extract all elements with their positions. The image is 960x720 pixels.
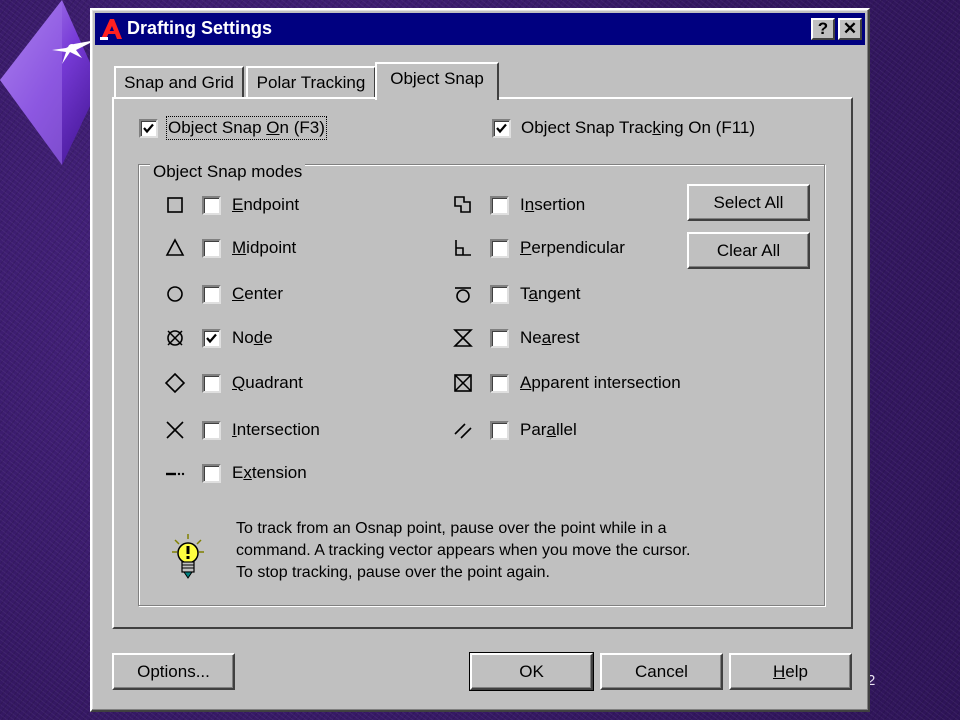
drafting-settings-dialog: Drafting Settings ? ✕ Snap and Grid Pola… [90,8,870,712]
checkmark-icon [143,123,154,134]
autocad-app-icon [98,17,124,41]
parallel-label[interactable]: Parallel [520,420,577,440]
checkmark-icon [496,123,507,134]
help-label-h: H [773,661,786,681]
tip-line-2: command. A tracking vector appears when … [236,542,691,559]
title-bar[interactable]: Drafting Settings ? ✕ [95,13,865,45]
tangent-label[interactable]: Tangent [520,284,581,304]
node-checkbox[interactable] [202,329,221,348]
apparent-intersection-checkbox[interactable] [490,374,509,393]
tip-line-3: To stop tracking, pause over the point a… [236,564,550,581]
decorative-diamond-star [0,0,100,165]
center-label[interactable]: Center [232,284,283,304]
intersection-label[interactable]: Intersection [232,420,320,440]
object-snap-on-label[interactable]: Object Snap On (F3) [166,116,327,140]
endpoint-marker-icon [164,194,186,216]
ok-button[interactable]: OK [469,652,594,691]
nearest-checkbox[interactable] [490,329,509,348]
midpoint-marker-icon [164,237,186,259]
nearest-marker-icon [452,327,474,349]
object-snap-tracking-on-label[interactable]: Object Snap Tracking On (F11) [521,118,755,138]
options-button[interactable]: Options... [112,653,235,690]
intersection-marker-icon [164,419,186,441]
perpendicular-marker-icon [452,237,474,259]
extension-checkbox[interactable] [202,464,221,483]
parallel-marker-icon [452,419,474,441]
tab-snap-and-grid[interactable]: Snap and Grid [114,66,244,99]
help-button[interactable]: Help [729,653,852,690]
node-marker-icon [164,327,186,349]
center-checkbox[interactable] [202,285,221,304]
apparent-intersection-marker-icon [452,372,474,394]
tab-polar-tracking[interactable]: Polar Tracking [246,66,376,99]
insertion-checkbox[interactable] [490,196,509,215]
extension-marker-icon [164,462,186,484]
insertion-marker-icon [452,194,474,216]
tab-object-snap[interactable]: Object Snap [375,62,499,100]
node-label[interactable]: Node [232,328,273,348]
quadrant-label[interactable]: Quadrant [232,373,303,393]
apparent-intersection-label[interactable]: Apparent intersection [520,373,681,393]
help-question-button[interactable]: ? [811,18,835,40]
intersection-checkbox[interactable] [202,421,221,440]
select-all-button[interactable]: Select All [687,184,810,221]
insertion-label[interactable]: Insertion [520,195,585,215]
endpoint-label[interactable]: Endpoint [232,195,299,215]
cancel-button[interactable]: Cancel [600,653,723,690]
clear-all-button[interactable]: Clear All [687,232,810,269]
tip-line-1: To track from an Osnap point, pause over… [236,520,667,537]
midpoint-checkbox[interactable] [202,239,221,258]
object-snap-modes-legend: Object Snap modes [150,162,306,182]
nearest-label[interactable]: Nearest [520,328,580,348]
perpendicular-label[interactable]: Perpendicular [520,238,625,258]
quadrant-checkbox[interactable] [202,374,221,393]
quadrant-marker-icon [164,372,186,394]
midpoint-label[interactable]: Midpoint [232,238,296,258]
tangent-checkbox[interactable] [490,285,509,304]
checkmark-icon [206,333,217,344]
close-button[interactable]: ✕ [838,18,862,40]
dialog-title: Drafting Settings [127,18,273,38]
lightbulb-icon [172,534,204,579]
endpoint-checkbox[interactable] [202,196,221,215]
object-snap-tracking-on-checkbox[interactable] [492,119,511,138]
help-label-rest: elp [785,661,808,681]
extension-label[interactable]: Extension [232,463,307,483]
tangent-marker-icon [452,283,474,305]
center-marker-icon [164,283,186,305]
object-snap-on-checkbox[interactable] [139,119,158,138]
perpendicular-checkbox[interactable] [490,239,509,258]
parallel-checkbox[interactable] [490,421,509,440]
